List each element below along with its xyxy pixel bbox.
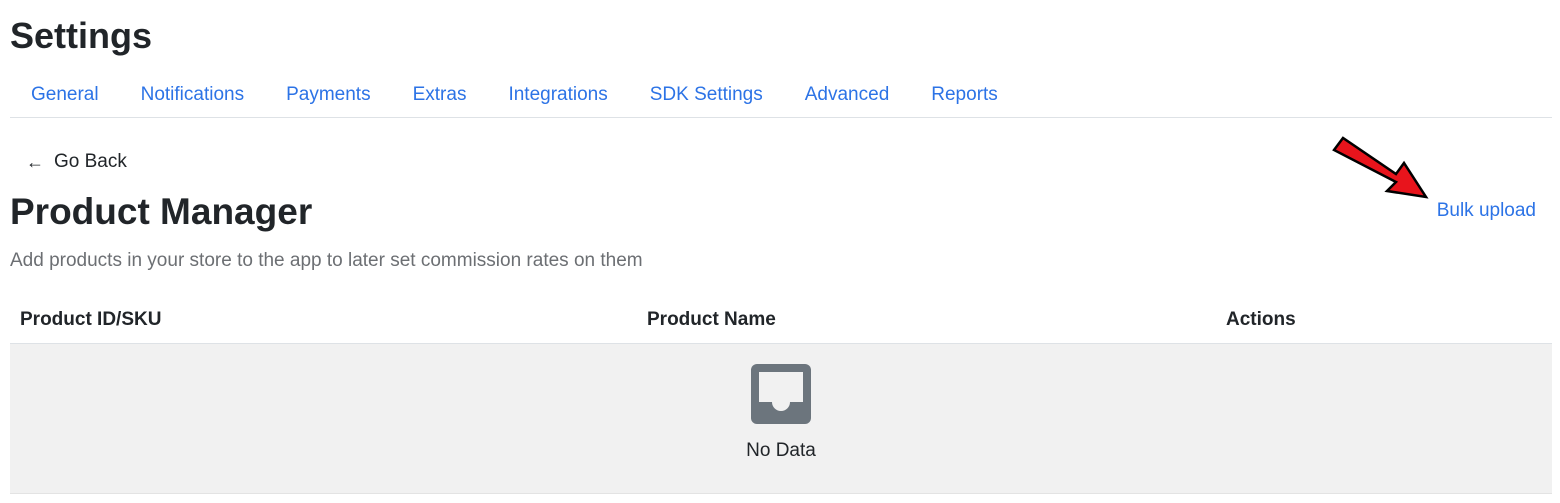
page-title: Settings [10, 15, 153, 56]
column-header-actions: Actions [1226, 309, 1296, 330]
annotation-arrow-icon [1332, 136, 1429, 199]
column-header-product-id: Product ID/SKU [20, 309, 162, 330]
settings-tabs: General Notifications Payments Extras In… [10, 72, 1552, 118]
column-header-product-name: Product Name [647, 309, 776, 330]
empty-state: No Data [10, 344, 1552, 494]
settings-page: Settings General Notifications Payments … [0, 0, 1560, 503]
section-title: Product Manager [10, 191, 313, 232]
section-subtitle: Add products in your store to the app to… [10, 250, 643, 271]
go-back-button[interactable]: ← Go Back [26, 150, 127, 174]
tab-general[interactable]: General [10, 73, 120, 117]
products-table: Product ID/SKU Product Name Actions No D… [10, 296, 1552, 494]
tab-payments[interactable]: Payments [265, 73, 391, 117]
bulk-upload-link[interactable]: Bulk upload [1437, 198, 1536, 224]
tab-notifications[interactable]: Notifications [120, 73, 266, 117]
table-header: Product ID/SKU Product Name Actions [10, 296, 1552, 344]
empty-state-text: No Data [746, 440, 816, 461]
go-back-label: Go Back [54, 151, 127, 172]
inbox-icon [751, 364, 811, 424]
tab-integrations[interactable]: Integrations [487, 73, 628, 117]
arrow-left-icon: ← [26, 152, 44, 172]
tab-extras[interactable]: Extras [392, 73, 488, 117]
tab-sdk-settings[interactable]: SDK Settings [629, 73, 784, 117]
tab-reports[interactable]: Reports [910, 73, 1019, 117]
tab-advanced[interactable]: Advanced [784, 73, 911, 117]
